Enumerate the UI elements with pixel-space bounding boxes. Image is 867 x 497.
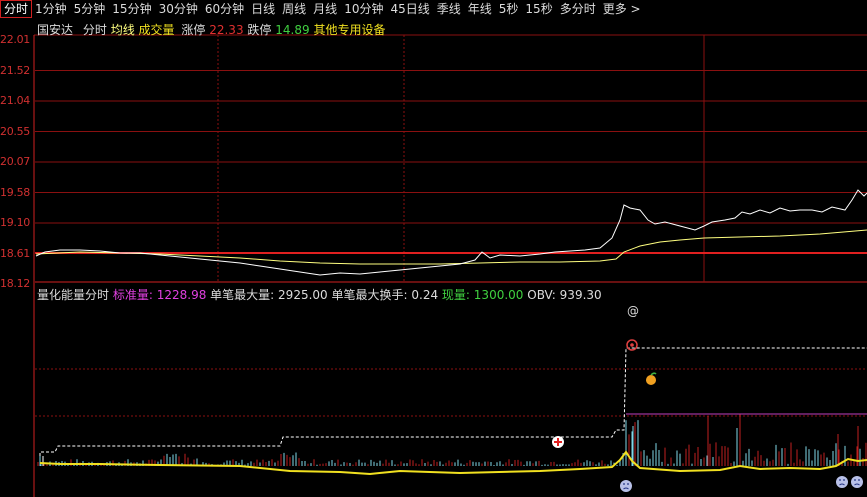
price-tick-label: 20.07 [0,155,30,168]
limit-up-label: 涨停 [181,23,206,37]
price-tick-label: 21.04 [0,94,30,107]
mode-label: 分时 [82,23,107,37]
price-tick-label: 19.58 [0,185,30,199]
price-tick-label: 21.52 [0,63,30,77]
price-tick-label: 18.12 [0,277,30,290]
obv-value: 939.30 [559,288,602,302]
indicator-name: 量化能量分时 [37,288,110,302]
price-header: 国安达 分时 均线 成交量 涨停 22.33 跌停 14.89 其他专用设备 [37,21,385,38]
volume-label: 成交量 [138,23,175,37]
average-price-line [35,229,867,265]
sad-face-icon [851,476,863,488]
price-panel [33,34,867,497]
sector-label: 其他专用设备 [313,23,386,37]
max-vol-value: 2925.00 [278,288,328,302]
obv-label: OBV: [527,288,556,302]
price-tick-label: 20.55 [0,124,30,138]
indicator-header: 量化能量分时 标准量: 1228.98 单笔最大量: 2925.00 单笔最大换… [37,286,602,303]
limit-down-label: 跌停 [247,23,272,37]
sad-face-icon [620,480,632,492]
limit-up-value: 22.33 [209,23,244,37]
price-line [35,189,867,276]
std-vol-value: 1228.98 [156,288,207,302]
sad-face-icon [836,476,848,488]
plus-circle-icon [552,436,564,448]
limit-down-value: 14.89 [275,23,310,37]
max-turn-value: 0.24 [411,288,439,302]
indicator-panel: @ [35,304,867,492]
cur-vol-label: 现量: [441,288,470,302]
std-vol-label: 标准量: [112,288,153,302]
max-vol-label: 单笔最大量: [210,288,275,302]
price-grid [35,70,867,254]
at-marker-top: @ [627,304,639,318]
price-tick-label: 22.01 [0,33,30,46]
stock-name: 国安达 [37,23,74,37]
energy-step-line [39,347,867,456]
max-turn-label: 单笔最大换手: [331,288,408,302]
volume-bars [37,414,867,466]
chart-canvas: @ [33,34,867,497]
cur-vol-value: 1300.00 [473,288,524,302]
price-tick-label: 19.10 [0,216,30,229]
fruit-icon [646,372,657,385]
avg-line-label: 均线 [110,23,135,37]
price-tick-label: 18.61 [0,246,30,260]
at-symbol: @ [627,304,639,318]
